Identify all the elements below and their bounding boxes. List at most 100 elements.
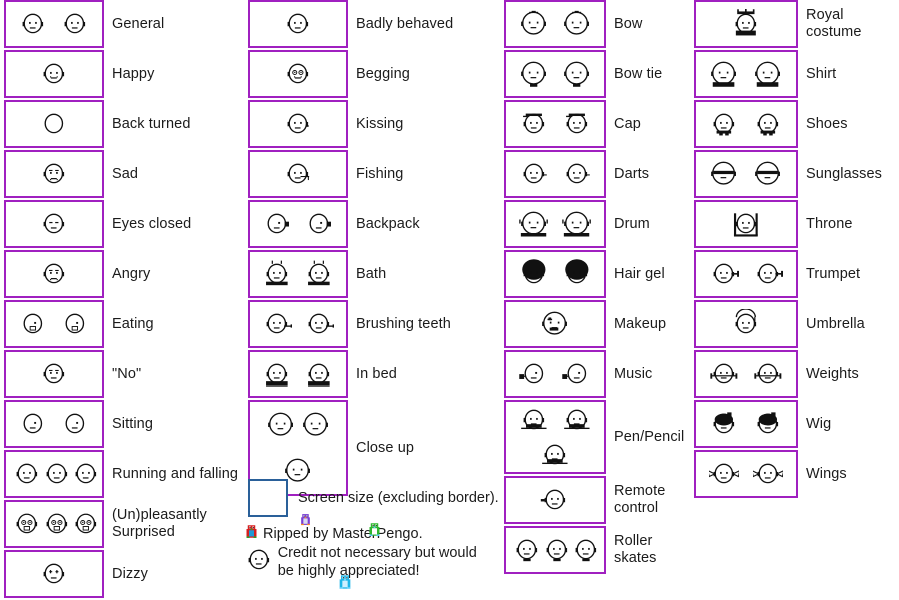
- sprite-entry-label: In bed: [356, 365, 397, 382]
- sprite-entry-label: Fishing: [356, 165, 404, 182]
- sprite-entry: Backpack: [248, 200, 500, 248]
- character-sprite-icon: [283, 159, 313, 189]
- red-penguin-icon: [244, 524, 259, 544]
- character-sprite-icon: [262, 259, 292, 289]
- character-sprite-icon: [304, 309, 334, 339]
- character-sprite-icon: [562, 405, 592, 435]
- sprite-frame-box: [504, 0, 606, 48]
- character-sprite-icon: [750, 56, 785, 91]
- sprite-frame-box: [248, 300, 348, 348]
- sprite-entry-label: "No": [112, 365, 142, 382]
- credit-line-3-text: be highly appreciated!: [277, 563, 420, 579]
- sprite-entry-label: Drum: [614, 215, 650, 232]
- sprite-entry: Badly behaved: [248, 0, 500, 48]
- sprite-entry-label: Bow tie: [614, 65, 663, 82]
- sprite-frame-box: [4, 250, 104, 298]
- sprite-entry: Running and falling: [4, 450, 244, 498]
- character-sprite-icon: [709, 359, 739, 389]
- sprite-frame-box: [4, 50, 104, 98]
- sprite-entry: Happy: [4, 50, 244, 98]
- character-sprite-icon: [750, 156, 785, 191]
- sprite-frame-box: [694, 400, 798, 448]
- character-sprite-icon: [519, 159, 549, 189]
- sprite-entry: Kissing: [248, 100, 500, 148]
- character-sprite-icon: [516, 6, 551, 41]
- sprite-entry: In bed: [248, 350, 500, 398]
- sprite-entry-label: Sad: [112, 165, 139, 182]
- sprite-entry: Umbrella: [694, 300, 899, 348]
- sprite-entry-label: Weights: [806, 365, 859, 382]
- character-sprite-icon: [39, 209, 69, 239]
- sprite-frame-box: [248, 50, 348, 98]
- sprite-entry: Trumpet: [694, 250, 899, 298]
- sprite-column-3: Bow Bow tie Cap Darts Drum Hair gel Makeup Musi…: [504, 0, 690, 576]
- sprite-frame-box: [504, 250, 606, 298]
- sprite-frame-box: [4, 150, 104, 198]
- sprite-entry-label: Royal costume: [806, 7, 862, 40]
- sprite-column-2: Badly behaved Begging Kissing Fishing Backpa…: [248, 0, 500, 498]
- sprite-frame-box: [694, 300, 798, 348]
- character-sprite-icon: [71, 459, 101, 489]
- character-sprite-icon: [559, 56, 594, 91]
- sprite-entry: Shirt: [694, 50, 899, 98]
- sprite-frame-box: [4, 200, 104, 248]
- character-sprite-icon: [519, 259, 549, 289]
- sprite-entry-label: Eyes closed: [112, 215, 192, 232]
- character-sprite-icon: [562, 109, 592, 139]
- sprite-entry-label: Running and falling: [112, 465, 239, 482]
- character-sprite-icon: [571, 535, 601, 565]
- character-sprite-icon: [39, 109, 69, 139]
- character-sprite-icon: [39, 359, 69, 389]
- sprite-entry: Bow tie: [504, 50, 690, 98]
- character-sprite-icon: [60, 409, 90, 439]
- sprite-entry: Drum: [504, 200, 690, 248]
- character-sprite-icon: [12, 509, 42, 539]
- character-sprite-icon: [283, 9, 313, 39]
- character-sprite-icon: [18, 9, 48, 39]
- character-sprite-icon: [709, 259, 739, 289]
- sprite-frame-box: [504, 476, 606, 524]
- character-sprite-icon: [519, 109, 549, 139]
- sprite-entry: Bath: [248, 250, 500, 298]
- character-sprite-icon: [304, 209, 334, 239]
- sprite-frame-box: [4, 450, 104, 498]
- sprite-entry-label: General: [112, 15, 165, 32]
- character-sprite-icon: [516, 56, 551, 91]
- sprite-entry: (Un)pleasantly Surprised: [4, 500, 244, 548]
- sprite-entry: Cap: [504, 100, 690, 148]
- sprite-entry: Sad: [4, 150, 244, 198]
- credit-line-1-text: Ripped by MasterPengo.: [263, 526, 423, 542]
- sprite-entry-label: Shirt: [806, 65, 837, 82]
- sprite-entry: General: [4, 0, 244, 48]
- sprite-frame-box: [694, 50, 798, 98]
- character-sprite-icon: [561, 359, 592, 389]
- character-sprite-icon: [542, 535, 572, 565]
- sprite-entry-label: Music: [614, 365, 653, 382]
- sprite-entry-label: Angry: [112, 265, 151, 282]
- character-sprite-icon: [39, 159, 69, 189]
- character-sprite-icon: [540, 485, 570, 515]
- sprite-entry-label: (Un)pleasantly Surprised: [112, 507, 207, 540]
- character-sprite-icon: [753, 109, 783, 139]
- sprite-entry: Wig: [694, 400, 899, 448]
- sprite-entry: Bow: [504, 0, 690, 48]
- sprite-frame-box: [4, 400, 104, 448]
- sprite-frame-box: [4, 100, 104, 148]
- credit-line-1: Ripped by MasterPengo.: [244, 514, 544, 544]
- sprite-column-1: General Happy Back turned Sad Eyes closed Ang…: [4, 0, 244, 600]
- sprite-entry: Brushing teeth: [248, 300, 500, 348]
- sprite-entry: Sunglasses: [694, 150, 899, 198]
- sprite-entry: Throne: [694, 200, 899, 248]
- character-sprite-icon: [39, 559, 69, 589]
- sprite-entry: Weights: [694, 350, 899, 398]
- credit-line-2-text: Credit not necessary but would: [277, 545, 477, 561]
- sprite-frame-box: [504, 350, 606, 398]
- sprite-frame-box: [4, 0, 104, 48]
- sprite-entry-label: Dizzy: [112, 565, 148, 582]
- sprite-entry-label: Pen/Pencil: [614, 428, 685, 445]
- blue-penguin-icon: [337, 574, 353, 595]
- sprite-entry-label: Umbrella: [806, 315, 865, 332]
- character-sprite-icon: [263, 407, 298, 442]
- character-sprite-icon: [262, 309, 292, 339]
- sprite-frame-box: [504, 200, 606, 248]
